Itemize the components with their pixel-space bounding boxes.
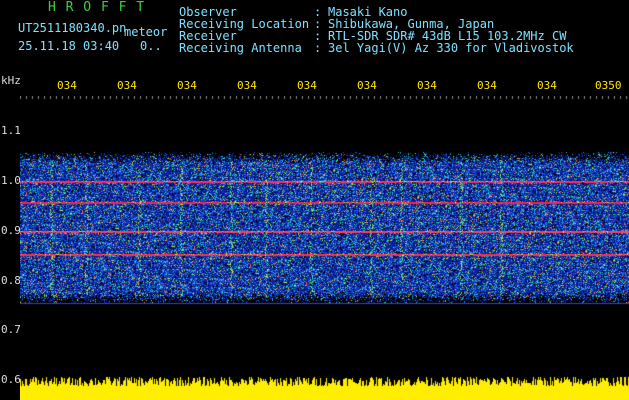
x-tick-label: 034 — [57, 79, 77, 92]
y-tick-label: 0.8 — [1, 274, 21, 287]
x-tick-label: 034 — [297, 79, 317, 92]
tag-label: meteor — [124, 25, 168, 39]
app-name: H R O F F T — [48, 0, 146, 15]
x-tick-label: 034 — [417, 79, 437, 92]
y-tick-label: 0.6 — [1, 373, 21, 386]
filename-label: UT2511180340.pn — [18, 21, 127, 35]
spectrogram — [20, 96, 629, 400]
x-tick-label: 034 — [477, 79, 497, 92]
y-tick-label: 1.0 — [1, 174, 21, 187]
hrofft-window: H R O F F T UT2511180340.pn meteor 25.11… — [0, 0, 629, 400]
x-tick-label: 034 — [117, 79, 137, 92]
y-tick-label: 0.7 — [1, 323, 21, 336]
y-tick-label: 0.9 — [1, 224, 21, 237]
x-tick-label: 034 — [357, 79, 377, 92]
x-tick-label: 034 — [177, 79, 197, 92]
zoom-label: 0.. — [140, 39, 162, 53]
field-label-antenna: Receiving Antenna — [179, 41, 302, 55]
x-tick-label: 0350 — [595, 79, 622, 92]
field-value-antenna: 3el Yagi(V) Az 330 for Vladivostok — [328, 41, 574, 55]
y-tick-label: 1.1 — [1, 124, 21, 137]
datetime-label: 25.11.18 03:40 — [18, 39, 120, 53]
field-separator: : — [314, 41, 322, 55]
x-tick-label: 034 — [237, 79, 257, 92]
x-tick-label: 034 — [537, 79, 557, 92]
y-axis-unit: kHz — [1, 74, 21, 87]
